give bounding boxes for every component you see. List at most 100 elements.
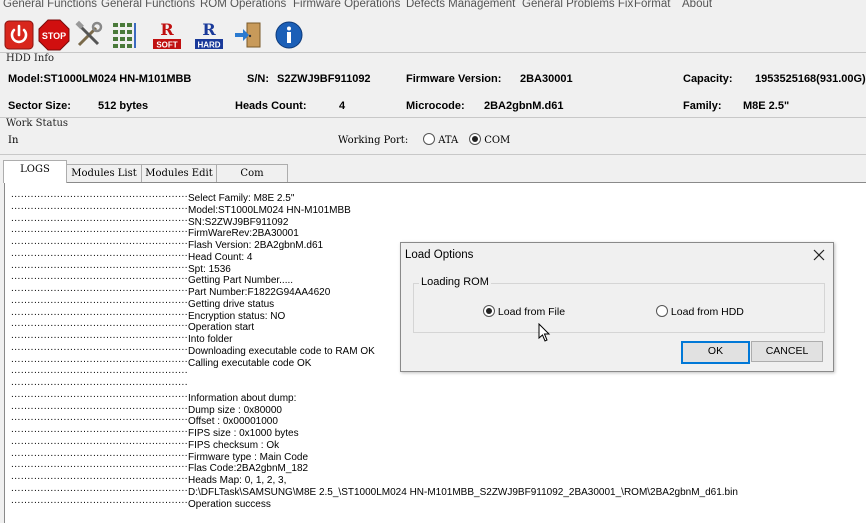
log-line: ........................................… [11, 318, 254, 333]
svg-text:HARD: HARD [197, 41, 220, 50]
load-from-hdd-label: Load from HDD [670, 306, 744, 318]
toolbar: STOP R SOFT R HARD [0, 14, 866, 53]
load-from-file-label: Load from File [497, 306, 566, 318]
log-dots: ........................................… [11, 365, 188, 377]
menu-general-functions-2[interactable]: General Functions [101, 0, 195, 10]
log-dots: ........................................… [11, 271, 188, 283]
heads-count-value: 4 [339, 100, 346, 112]
log-dots: ........................................… [11, 353, 188, 365]
port-com-label: COM [484, 135, 511, 146]
log-line: ........................................… [11, 471, 286, 486]
radio-com-circle[interactable] [469, 133, 481, 145]
log-line: ........................................… [11, 200, 351, 216]
info-icon[interactable] [273, 19, 305, 51]
port-ata-radio[interactable]: ATA [423, 133, 458, 146]
exit-icon[interactable] [232, 19, 264, 51]
tab-bar: LOGS Modules List Modules Edit Com [0, 160, 866, 183]
mouse-cursor-icon [538, 323, 551, 342]
tab-modules-edit[interactable]: Modules Edit [141, 164, 217, 182]
log-dots: ........................................… [11, 283, 188, 294]
log-dots: ........................................… [11, 224, 188, 236]
hdd-info-title: HDD Info [6, 53, 55, 64]
working-port-label: Working Port: [338, 135, 409, 146]
svg-text:R: R [160, 20, 174, 39]
stop-icon[interactable]: STOP [38, 19, 70, 51]
log-dots: ........................................… [11, 259, 188, 271]
log-dots: ........................................… [11, 494, 188, 506]
log-line: ........................................… [11, 435, 279, 451]
log-dots: ........................................… [11, 471, 188, 482]
svg-text:STOP: STOP [42, 31, 66, 41]
dialog-title: Load Options [405, 249, 474, 261]
modules-icon[interactable] [109, 19, 141, 51]
port-ata-label: ATA [438, 135, 459, 146]
log-line: ........................................… [11, 459, 308, 474]
tab-modules-list[interactable]: Modules List [66, 164, 142, 182]
firmware-label: Firmware Version: [406, 73, 502, 85]
cancel-button[interactable]: CANCEL [751, 341, 823, 362]
log-dots: ........................................… [11, 236, 188, 247]
log-line: ........................................… [11, 424, 299, 439]
log-line: ........................................… [11, 330, 232, 345]
radio-load-hdd-circle[interactable] [656, 305, 668, 317]
log-dots: ........................................… [11, 212, 188, 224]
firmware-value: 2BA30001 [520, 73, 573, 85]
menu-about[interactable]: About [682, 0, 712, 10]
read-hard-icon[interactable]: R HARD [193, 19, 225, 51]
log-dots: ........................................… [11, 341, 188, 353]
log-line: ........................................… [11, 224, 299, 239]
sn-label: S/N: [247, 73, 269, 85]
log-line: ........................................… [11, 247, 253, 263]
log-line: ........................................… [11, 283, 330, 298]
read-soft-icon[interactable]: R SOFT [151, 19, 183, 51]
log-dots: ........................................… [11, 200, 188, 212]
log-line: ........................................… [11, 447, 308, 463]
tab-logs[interactable]: LOGS [3, 160, 67, 183]
log-line: ........................................… [11, 306, 285, 322]
heads-count-label: Heads Count: [235, 100, 307, 112]
log-line: ........................................… [11, 365, 188, 377]
load-from-hdd-option[interactable]: Load from HDD [656, 305, 744, 318]
radio-load-file-circle[interactable] [483, 305, 495, 317]
radio-ata-circle[interactable] [423, 133, 435, 145]
log-dots: ........................................… [11, 447, 188, 459]
work-status-value: In [8, 135, 19, 146]
menu-firmware-operations[interactable]: Firmware Operations [293, 0, 400, 10]
log-line: ........................................… [11, 482, 738, 498]
log-dots: ........................................… [11, 424, 188, 435]
menu-defects-management[interactable]: Defects Management [406, 0, 515, 10]
model-value: Model:ST1000LM024 HN-M101MBB [8, 73, 192, 85]
capacity-label: Capacity: [683, 73, 733, 85]
log-line: ........................................… [11, 212, 288, 228]
log-line: ........................................… [11, 494, 271, 510]
log-dots: ........................................… [11, 306, 188, 318]
microcode-value: 2BA2gbnM.d61 [484, 100, 564, 112]
log-message: Calling executable code OK [188, 357, 312, 369]
divider [0, 117, 866, 118]
menu-rom-operations[interactable]: ROM Operations [200, 0, 286, 10]
svg-text:SOFT: SOFT [156, 41, 177, 50]
menu-format[interactable]: Format [634, 0, 670, 10]
log-dots: ........................................… [11, 330, 188, 341]
menu-general-functions[interactable]: General Functions [3, 0, 97, 10]
work-status-title: Work Status [6, 118, 69, 129]
log-line: ........................................… [11, 259, 231, 275]
sector-size-value: 512 bytes [98, 100, 149, 112]
menu-general-problems-fix[interactable]: General Problems Fix [522, 0, 633, 10]
ok-button[interactable]: OK [681, 341, 750, 364]
load-from-file-option[interactable]: Load from File [483, 305, 565, 318]
power-icon[interactable] [3, 19, 35, 51]
port-com-radio[interactable]: COM [469, 133, 510, 146]
loading-rom-label: Loading ROM [419, 276, 491, 288]
log-line: ........................................… [11, 377, 188, 389]
log-dots: ........................................… [11, 247, 188, 259]
tools-icon[interactable] [73, 19, 105, 51]
capacity-value: 1953525168(931.00G) [755, 73, 866, 85]
close-icon[interactable] [811, 247, 827, 263]
log-dots: ........................................… [11, 435, 188, 447]
log-dots: ........................................… [11, 482, 188, 494]
sector-size-label: Sector Size: [8, 100, 71, 112]
log-line: ........................................… [11, 401, 282, 416]
tab-com[interactable]: Com [216, 164, 288, 182]
family-value: M8E 2.5" [743, 100, 790, 112]
